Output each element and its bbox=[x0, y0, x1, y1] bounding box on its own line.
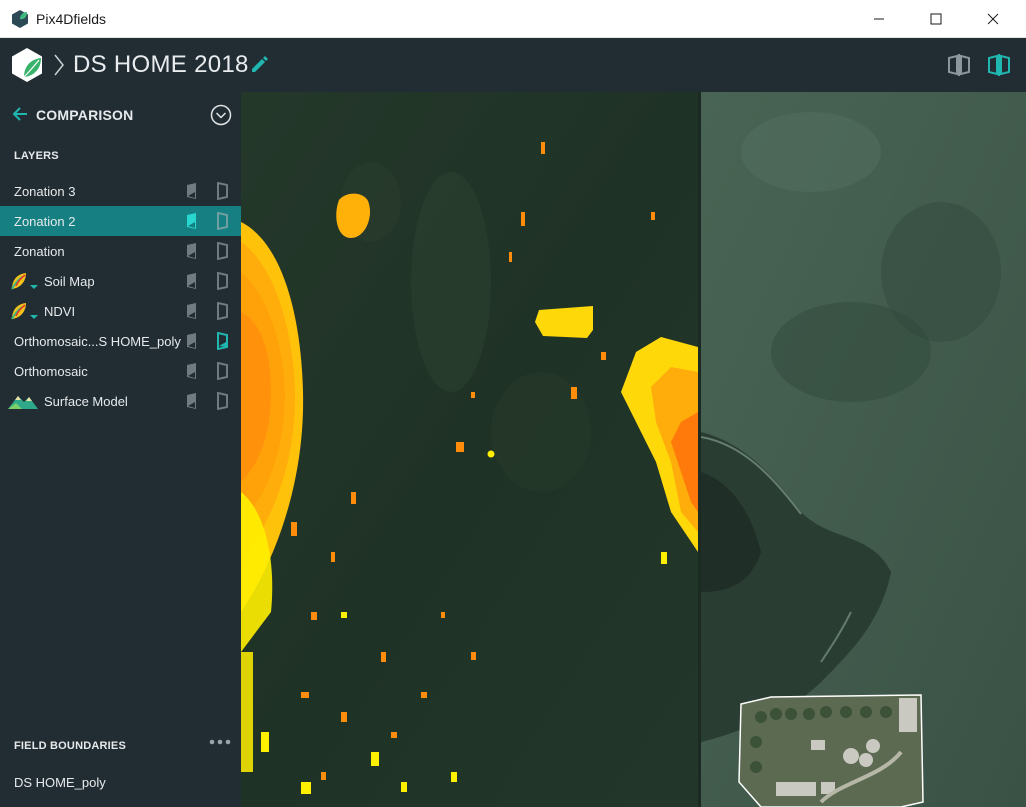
leaf-icon bbox=[11, 303, 38, 320]
left-view-icon[interactable] bbox=[186, 212, 198, 230]
left-view-icon[interactable] bbox=[186, 302, 198, 320]
layer-row-orthomosaic-poly[interactable]: Orthomosaic...S HOME_poly bbox=[0, 326, 241, 356]
mountain-icon bbox=[8, 396, 38, 409]
left-view-icon[interactable] bbox=[186, 332, 198, 350]
layer-label: Zonation bbox=[14, 244, 65, 259]
layer-label: Zonation 3 bbox=[14, 184, 76, 199]
layer-row-soil-map[interactable]: Soil Map bbox=[0, 266, 241, 296]
left-view-icon[interactable] bbox=[186, 272, 198, 290]
right-view-icon[interactable] bbox=[216, 242, 228, 260]
map-view-right[interactable] bbox=[701, 92, 1026, 807]
right-view-icon[interactable] bbox=[216, 362, 228, 380]
pix4d-logo[interactable] bbox=[10, 47, 44, 83]
layer-list: Zonation 3 Zonation 2 Zonation Soil Map bbox=[0, 176, 241, 416]
layer-label: Soil Map bbox=[44, 274, 95, 289]
layer-label: Orthomosaic...S HOME_poly bbox=[14, 334, 181, 349]
app-icon bbox=[12, 10, 28, 28]
app-header: DS HOME 2018 bbox=[0, 38, 1026, 92]
map-view-left[interactable] bbox=[241, 92, 698, 807]
leaf-icon bbox=[11, 273, 38, 290]
layer-label: Zonation 2 bbox=[14, 214, 76, 229]
right-view-icon[interactable] bbox=[216, 332, 228, 350]
layer-row-zonation-3[interactable]: Zonation 3 bbox=[0, 176, 241, 206]
layer-row-zonation-2[interactable]: Zonation 2 bbox=[0, 206, 241, 236]
close-icon bbox=[987, 13, 999, 25]
layer-label: Orthomosaic bbox=[14, 364, 88, 379]
minimize-button[interactable] bbox=[856, 0, 902, 38]
split-view-active-icon[interactable] bbox=[986, 52, 1012, 78]
comparison-header: COMPARISON bbox=[0, 92, 241, 136]
left-view-icon[interactable] bbox=[186, 392, 198, 410]
field-boundary-item[interactable]: DS HOME_poly bbox=[14, 775, 106, 790]
sidebar: COMPARISON LAYERS Zonation 3 Zonation 2 … bbox=[0, 92, 241, 807]
chevron-down-circle-icon[interactable] bbox=[210, 104, 232, 126]
comparison-title: COMPARISON bbox=[36, 107, 134, 123]
right-view-icon[interactable] bbox=[216, 392, 228, 410]
orthomosaic-map bbox=[701, 92, 1026, 807]
maximize-button[interactable] bbox=[913, 0, 959, 38]
left-view-icon[interactable] bbox=[186, 362, 198, 380]
left-view-icon[interactable] bbox=[186, 182, 198, 200]
close-button[interactable] bbox=[970, 0, 1016, 38]
right-view-icon[interactable] bbox=[216, 182, 228, 200]
window-title: Pix4Dfields bbox=[36, 11, 107, 27]
right-view-icon[interactable] bbox=[216, 272, 228, 290]
layer-row-zonation[interactable]: Zonation bbox=[0, 236, 241, 266]
zonation-map bbox=[241, 92, 698, 807]
field-boundaries-label: FIELD BOUNDARIES bbox=[14, 740, 126, 752]
layer-label: NDVI bbox=[44, 304, 76, 319]
maximize-icon bbox=[930, 13, 942, 25]
right-view-icon[interactable] bbox=[216, 212, 228, 230]
minimize-icon bbox=[874, 18, 884, 20]
breadcrumb-chevron-icon bbox=[54, 54, 64, 76]
pencil-icon[interactable] bbox=[249, 53, 271, 75]
more-options-icon[interactable] bbox=[208, 736, 232, 748]
layer-label: Surface Model bbox=[44, 394, 128, 409]
left-view-icon[interactable] bbox=[186, 242, 198, 260]
right-view-icon[interactable] bbox=[216, 302, 228, 320]
layer-row-surface-model[interactable]: Surface Model bbox=[0, 386, 241, 416]
layer-row-ndvi[interactable]: NDVI bbox=[0, 296, 241, 326]
layer-row-orthomosaic[interactable]: Orthomosaic bbox=[0, 356, 241, 386]
split-view-icon[interactable] bbox=[946, 52, 972, 78]
layers-label: LAYERS bbox=[14, 150, 59, 162]
window-title-bar: Pix4Dfields bbox=[0, 0, 1026, 38]
project-title: DS HOME 2018 bbox=[73, 51, 249, 78]
arrow-left-icon[interactable] bbox=[12, 106, 28, 122]
